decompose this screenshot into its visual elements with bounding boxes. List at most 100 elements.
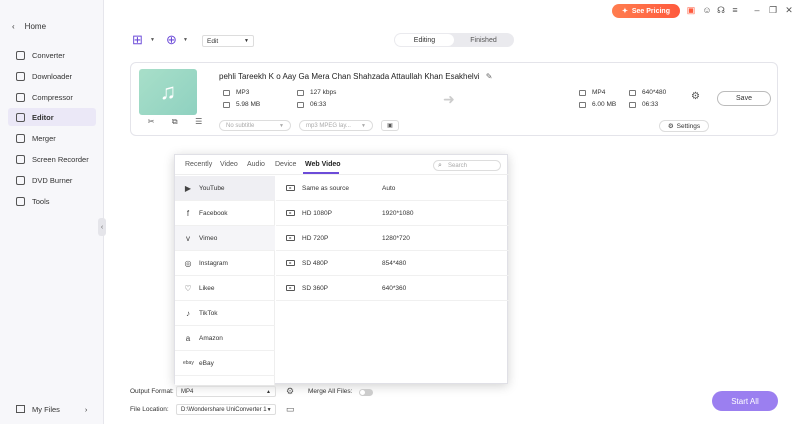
tab-finished[interactable]: Finished: [454, 34, 513, 46]
platform-tiktok[interactable]: ♪ TikTok: [175, 301, 275, 326]
image-icon[interactable]: ▣: [381, 120, 399, 131]
clock-icon: [629, 101, 636, 108]
bottom-bar: Output Format: MP4 ▲ ⚙ Merge All Files: F…: [104, 382, 800, 424]
home-button[interactable]: ‹ Home: [12, 22, 46, 31]
sidebar-item-label: Editor: [32, 112, 54, 122]
resolution-option[interactable]: ▸ HD 1080P 1920*1080: [276, 201, 509, 226]
file-format-icon: [223, 89, 230, 96]
subtitle-select[interactable]: No subtitle ▼: [219, 120, 291, 131]
tab-editing[interactable]: Editing: [395, 34, 454, 46]
sidebar-item-dvd-burner[interactable]: DVD Burner: [8, 171, 96, 189]
instagram-icon: ◎: [184, 258, 192, 268]
platform-youtube[interactable]: ▶ YouTube: [175, 176, 275, 201]
trim-icon[interactable]: ✂: [148, 117, 155, 131]
file-format-icon: [579, 89, 586, 96]
platform-list: ▶ YouTube f Facebook v Vimeo ◎ Instagram ♡ Li…: [175, 176, 275, 385]
converter-icon: [16, 50, 25, 60]
platform-instagram[interactable]: ◎ Instagram: [175, 251, 275, 276]
tab-video[interactable]: Video: [220, 161, 238, 168]
source-size: 5.98 MB: [223, 101, 260, 108]
settings-button[interactable]: ⚙ Settings: [659, 120, 709, 132]
resolution-option[interactable]: ▸ Same as source Auto: [276, 176, 509, 201]
close-icon[interactable]: ✕: [784, 5, 794, 15]
folder-icon: [223, 101, 230, 108]
platform-ebay[interactable]: ebay eBay: [175, 351, 275, 376]
output-settings-icon[interactable]: ⚙: [286, 386, 294, 397]
start-all-button[interactable]: Start All: [712, 391, 778, 411]
chevron-down-icon[interactable]: ▼: [183, 37, 188, 43]
facebook-icon: f: [186, 208, 190, 218]
tab-audio[interactable]: Audio: [247, 161, 265, 168]
format-panel: Recently Video Audio Device Web Video ⌕ …: [174, 154, 509, 385]
tab-device[interactable]: Device: [275, 161, 296, 168]
sidebar-item-label: DVD Burner: [32, 175, 73, 185]
edit-mode-select[interactable]: Edit ▼: [202, 35, 254, 47]
video-icon: ▸: [286, 185, 295, 191]
output-format-label: Output Format:: [130, 388, 174, 395]
sidebar-item-label: Downloader: [32, 71, 73, 81]
my-files-button[interactable]: My Files ›: [8, 400, 96, 418]
save-button[interactable]: Save: [717, 91, 771, 106]
screen-recorder-icon: [16, 154, 25, 164]
platform-facebook[interactable]: f Facebook: [175, 201, 275, 226]
resolution-option[interactable]: ▸ SD 480P 854*480: [276, 251, 509, 276]
sidebar-item-screen-recorder[interactable]: Screen Recorder: [8, 150, 96, 168]
see-pricing-button[interactable]: ✦ See Pricing: [612, 4, 680, 18]
sidebar-item-merger[interactable]: Merger: [8, 129, 96, 147]
tab-web-video[interactable]: Web Video: [305, 161, 341, 168]
sidebar-item-compressor[interactable]: Compressor: [8, 88, 96, 106]
bitrate-icon: [297, 89, 304, 96]
chevron-down-icon: ▼: [244, 38, 249, 44]
gear-icon: ⚙: [667, 123, 674, 130]
effects-icon[interactable]: ☰: [195, 117, 202, 131]
file-title: pehli Tareekh K o Aay Ga Mera Chan Shahz…: [219, 72, 493, 81]
resolution-option[interactable]: ▸ SD 360P 640*360: [276, 276, 509, 301]
search-input[interactable]: ⌕ Search: [433, 160, 501, 171]
ebay-icon: ebay: [183, 360, 194, 366]
add-file-icon[interactable]: ⊞: [132, 32, 148, 48]
back-arrow-icon: ‹: [12, 22, 15, 31]
output-settings-icon[interactable]: ⚙: [691, 91, 700, 102]
source-duration: 06:33: [297, 101, 326, 108]
folder-icon[interactable]: ▭: [286, 404, 295, 415]
rename-icon[interactable]: ✎: [486, 72, 493, 81]
amazon-icon: a: [185, 333, 191, 343]
tab-recently[interactable]: Recently: [185, 161, 212, 168]
user-icon[interactable]: ☺: [702, 5, 712, 15]
sidebar-item-label: Converter: [32, 50, 65, 60]
platform-likee[interactable]: ♡ Likee: [175, 276, 275, 301]
target-size: 6.00 MB: [579, 101, 616, 108]
sidebar-item-downloader[interactable]: Downloader: [8, 67, 96, 85]
platform-vimeo[interactable]: v Vimeo: [175, 226, 275, 251]
sidebar-collapse-handle[interactable]: ‹: [98, 218, 106, 236]
output-format-select[interactable]: MP4 ▲: [176, 386, 276, 397]
resolution-option[interactable]: ▸ HD 720P 1280*720: [276, 226, 509, 251]
sidebar-item-converter[interactable]: Converter: [8, 46, 96, 64]
menu-icon[interactable]: ≡: [730, 5, 740, 15]
add-media-icon[interactable]: ⊕: [166, 32, 182, 48]
merge-all-toggle[interactable]: [359, 389, 373, 396]
likee-icon: ♡: [184, 283, 192, 293]
source-format: MP3: [223, 89, 249, 96]
platform-amazon[interactable]: a Amazon: [175, 326, 275, 351]
search-icon: ⌕: [438, 162, 442, 169]
maximize-icon[interactable]: ❐: [768, 5, 778, 15]
audio-track-select[interactable]: mp3 MPEG lay... ▼: [299, 120, 373, 131]
active-tab-indicator: [303, 172, 339, 174]
gift-icon[interactable]: ▣: [686, 5, 696, 15]
sidebar-item-editor[interactable]: Editor: [8, 108, 96, 126]
home-label: Home: [24, 22, 47, 31]
resolution-icon: [629, 89, 636, 96]
file-location-select[interactable]: D:\Wondershare UniConverter 1 ▼: [176, 404, 276, 415]
chevron-down-icon[interactable]: ▼: [150, 37, 155, 43]
compressor-icon: [16, 92, 25, 102]
tag-icon: ✦: [621, 8, 628, 15]
my-files-label: My Files: [32, 404, 60, 414]
sidebar-item-label: Merger: [32, 133, 56, 143]
crop-icon[interactable]: ⧉: [172, 117, 178, 131]
minimize-icon[interactable]: –: [752, 5, 762, 15]
sidebar-item-tools[interactable]: Tools: [8, 192, 96, 210]
video-icon: ▸: [286, 210, 295, 216]
headset-icon[interactable]: ☊: [716, 5, 726, 15]
sidebar: ‹ Home Converter Downloader Compressor E…: [0, 0, 104, 424]
